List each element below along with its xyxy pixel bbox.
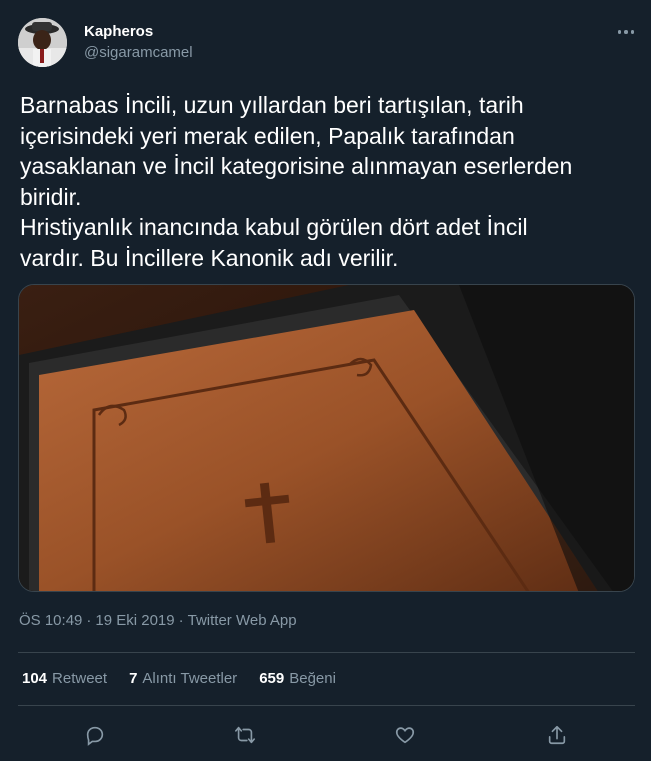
likes-count: 659 (259, 670, 285, 687)
tweet-source[interactable]: Twitter Web App (188, 612, 297, 629)
tweet: Kapheros @sigaramcamel Barnabas İncili, … (0, 0, 651, 761)
retweets-count: 104 (22, 670, 48, 687)
retweet-icon[interactable] (225, 715, 265, 755)
reply-icon[interactable] (75, 715, 115, 755)
user-handle[interactable]: @sigaramcamel (84, 44, 193, 61)
more-icon[interactable] (612, 20, 640, 44)
likes-label: Beğeni (289, 670, 336, 687)
retweets-label: Retweet (52, 670, 108, 687)
bible-photo (19, 285, 634, 591)
meta-separator: · (178, 612, 184, 629)
divider (18, 705, 635, 706)
tweet-time[interactable]: ÖS 10:49 (19, 612, 82, 629)
action-bar (0, 715, 651, 755)
display-name[interactable]: Kapheros (84, 23, 153, 40)
retweets-stat[interactable]: 104 Retweet (22, 670, 107, 687)
share-icon[interactable] (537, 715, 577, 755)
quotes-count: 7 (129, 670, 138, 687)
tweet-meta: ÖS 10:49 · 19 Eki 2019 · Twitter Web App (19, 612, 297, 629)
tweet-image[interactable] (18, 284, 635, 592)
like-icon[interactable] (385, 715, 425, 755)
quotes-label: Alıntı Tweetler (142, 670, 238, 687)
tweet-date[interactable]: 19 Eki 2019 (95, 612, 174, 629)
divider (18, 652, 635, 653)
quotes-stat[interactable]: 7 Alıntı Tweetler (129, 670, 237, 687)
likes-stat[interactable]: 659 Beğeni (259, 670, 336, 687)
tweet-text: Barnabas İncili, uzun yıllardan beri tar… (20, 92, 573, 271)
tweet-stats: 104 Retweet 7 Alıntı Tweetler 659 Beğeni (22, 670, 336, 687)
meta-separator: · (86, 612, 92, 629)
avatar[interactable] (18, 18, 67, 67)
